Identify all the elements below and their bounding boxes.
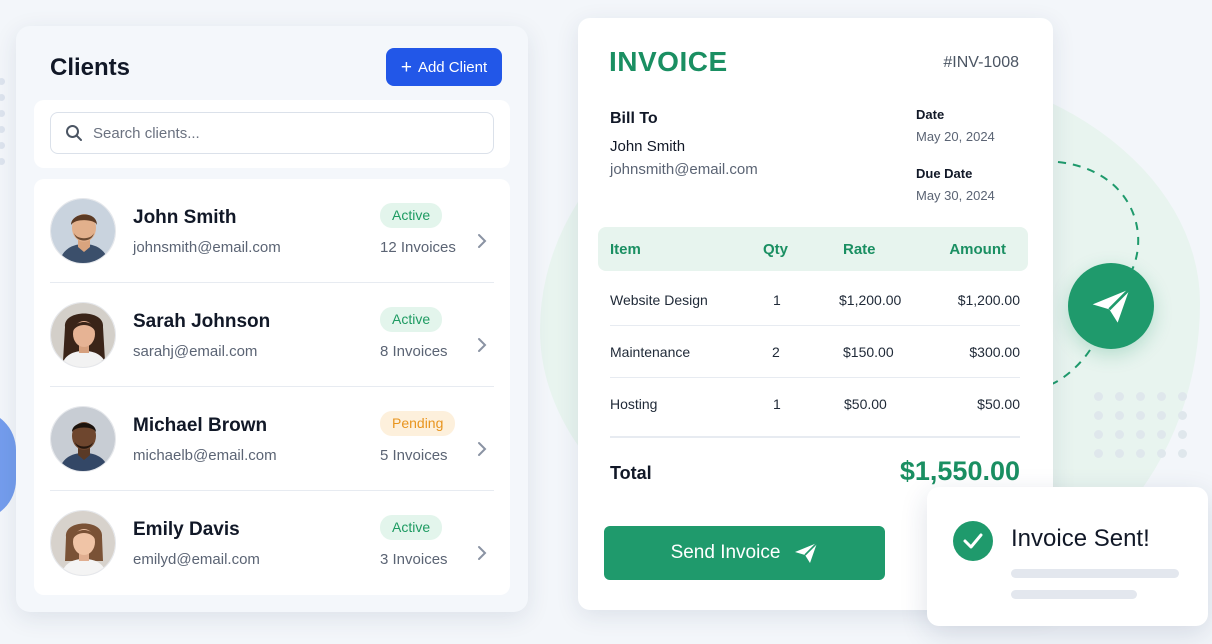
- line-item-name: Website Design: [610, 292, 708, 308]
- client-email: michaelb@email.com: [133, 447, 277, 464]
- chevron-right-icon: [478, 546, 487, 560]
- line-item-amount: $50.00: [977, 396, 1020, 412]
- toast-message: Invoice Sent!: [1011, 525, 1150, 552]
- send-invoice-button[interactable]: Send Invoice: [604, 526, 885, 580]
- line-item-qty: 2: [772, 344, 780, 360]
- line-item-row: Website Design 1 $1,200.00 $1,200.00: [610, 274, 1020, 326]
- chevron-right-icon: [478, 442, 487, 456]
- status-badge: Active: [380, 307, 443, 332]
- status-badge: Active: [380, 203, 443, 228]
- date-label: Date: [916, 107, 945, 122]
- status-badge: Active: [380, 515, 443, 540]
- client-email: emilyd@email.com: [133, 551, 260, 568]
- client-row[interactable]: Sarah Johnson sarahj@email.com Active 8 …: [50, 283, 494, 387]
- due-date-value: May 30, 2024: [916, 188, 995, 203]
- column-header-qty: Qty: [763, 241, 789, 258]
- line-item-row: Maintenance 2 $150.00 $300.00: [610, 326, 1020, 378]
- client-email: johnsmith@email.com: [133, 239, 281, 256]
- column-header-rate: Rate: [843, 241, 876, 258]
- client-name: Michael Brown: [133, 415, 268, 436]
- paper-plane-icon: [795, 542, 818, 563]
- line-item-name: Maintenance: [610, 344, 691, 360]
- check-circle-icon: [953, 521, 993, 561]
- paper-plane-icon: [1092, 288, 1131, 323]
- bill-to-name: John Smith: [610, 138, 686, 155]
- plus-icon: +: [400, 56, 412, 78]
- toast-placeholder-line: [1011, 569, 1179, 578]
- line-item-name: Hosting: [610, 396, 658, 412]
- column-header-item: Item: [610, 241, 641, 258]
- chevron-right-icon: [478, 234, 487, 248]
- line-item-row: Hosting 1 $50.00 $50.00: [610, 378, 1020, 430]
- decorative-dots-right: [1094, 392, 1189, 458]
- clients-title: Clients: [50, 54, 131, 81]
- search-icon: [66, 125, 82, 141]
- send-status-circle: [1068, 263, 1154, 349]
- toast-placeholder-line: [1011, 590, 1137, 599]
- line-item-rate: $50.00: [844, 396, 887, 412]
- add-client-button[interactable]: + Add Client: [386, 48, 502, 86]
- add-client-label: Add Client: [417, 58, 488, 76]
- line-item-rate: $150.00: [843, 344, 894, 360]
- line-item-amount: $300.00: [969, 344, 1020, 360]
- line-item-qty: 1: [773, 292, 781, 308]
- client-name: Sarah Johnson: [133, 311, 271, 332]
- background-accent-shape: [0, 410, 16, 520]
- avatar: [50, 406, 116, 472]
- total-value: $1,550.00: [899, 456, 1020, 486]
- bill-to-label: Bill To: [610, 110, 658, 127]
- invoice-title: INVOICE: [609, 46, 728, 77]
- invoice-count: 3 Invoices: [380, 551, 448, 568]
- total-divider: [610, 436, 1020, 438]
- line-item-qty: 1: [773, 396, 781, 412]
- due-date-label: Due Date: [916, 166, 973, 181]
- client-list: John Smith johnsmith@email.com Active 12…: [34, 179, 510, 595]
- search-input[interactable]: [93, 124, 473, 142]
- date-value: May 20, 2024: [916, 129, 995, 144]
- clients-panel: Clients + Add Client Search clients... J…: [16, 26, 528, 612]
- decorative-dots-left: [0, 78, 6, 165]
- invoice-count: 5 Invoices: [380, 447, 448, 464]
- send-invoice-label: Send Invoice: [670, 542, 781, 563]
- chevron-right-icon: [478, 338, 487, 352]
- line-item-rate: $1,200.00: [839, 292, 902, 308]
- client-row[interactable]: John Smith johnsmith@email.com Active 12…: [50, 179, 494, 283]
- total-label: Total: [610, 463, 652, 483]
- column-header-amount: Amount: [949, 241, 1006, 258]
- search-card: [34, 100, 510, 168]
- bill-to-email: johnsmith@email.com: [610, 161, 758, 178]
- avatar: [50, 198, 116, 264]
- line-item-amount: $1,200.00: [957, 292, 1020, 308]
- client-row[interactable]: Emily Davis emilyd@email.com Active 3 In…: [50, 491, 494, 595]
- client-name: John Smith: [133, 207, 237, 228]
- invoice-number: #INV-1008: [943, 54, 1019, 71]
- client-email: sarahj@email.com: [133, 343, 258, 360]
- client-row[interactable]: Michael Brown michaelb@email.com Pending…: [50, 387, 494, 491]
- search-box[interactable]: [50, 112, 494, 154]
- client-name: Emily Davis: [133, 519, 240, 540]
- line-items-header: Item Qty Rate Amount: [598, 227, 1028, 271]
- invoice-sent-toast: Invoice Sent!: [927, 487, 1208, 626]
- invoice-count: 12 Invoices: [380, 239, 456, 256]
- avatar: [50, 510, 116, 576]
- status-badge: Pending: [380, 411, 456, 436]
- avatar: [50, 302, 116, 368]
- invoice-count: 8 Invoices: [380, 343, 448, 360]
